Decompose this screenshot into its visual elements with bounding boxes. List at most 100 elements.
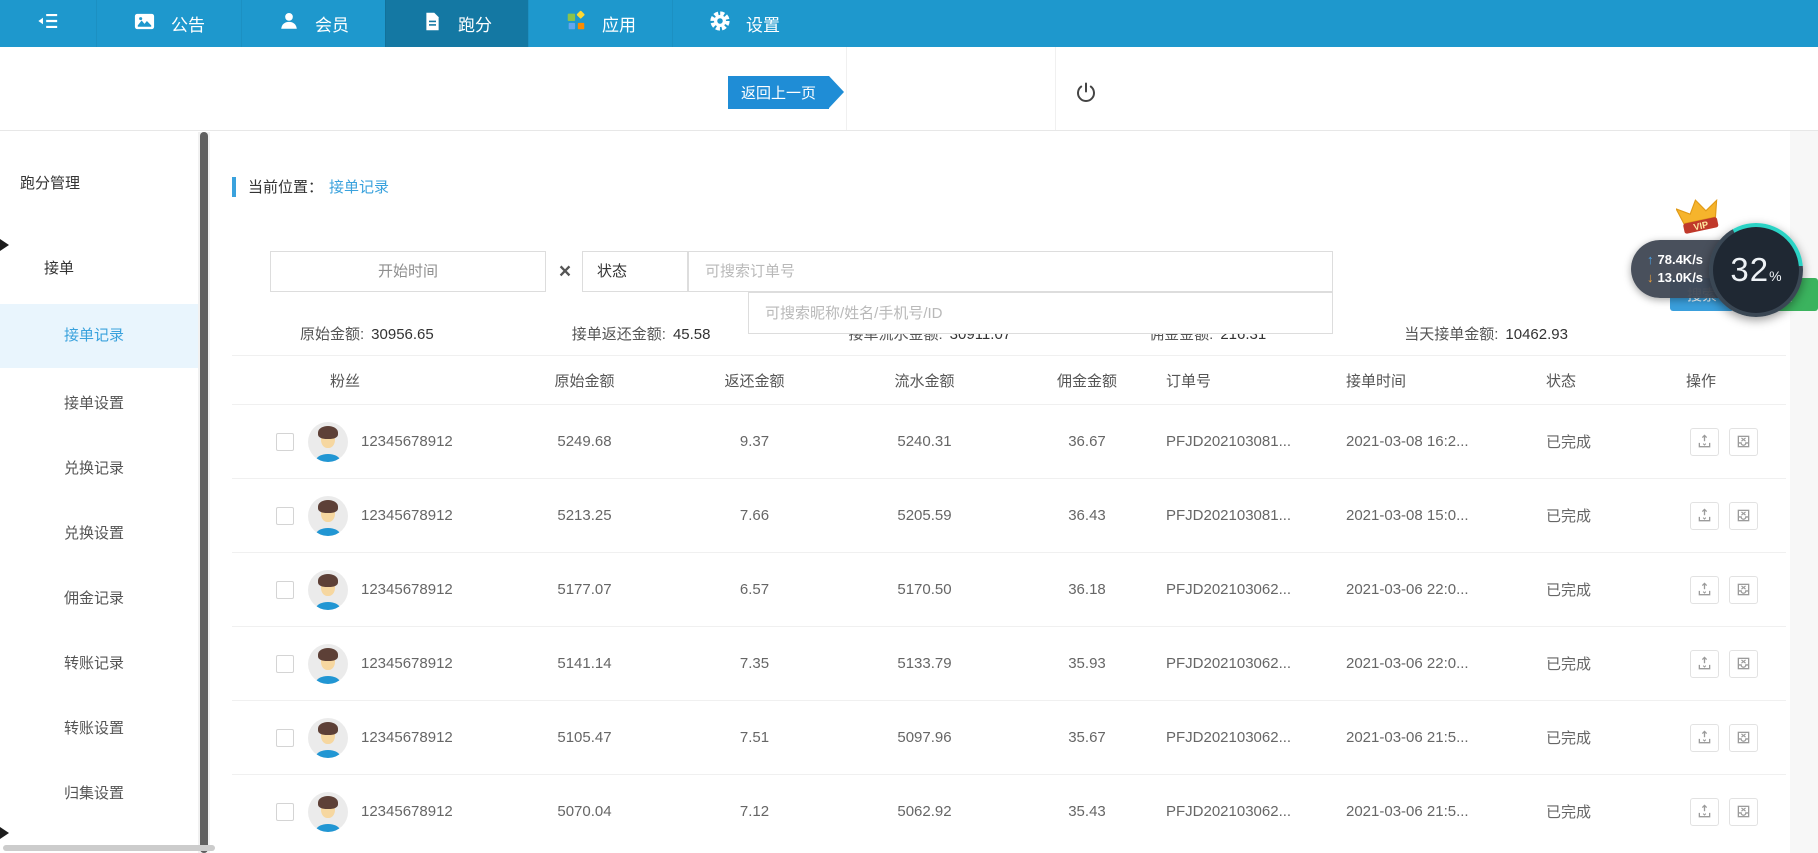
stat-refund-total: 接单返还金额: 45.58 (571, 326, 711, 343)
member-icon (278, 10, 300, 37)
horizontal-scrollbar-thumb[interactable] (3, 845, 215, 851)
sidebar-item-zhuanzhang-shezhi[interactable]: 转账设置 (0, 707, 198, 751)
breadcrumb-current-link[interactable]: 接单记录 (329, 176, 389, 197)
original-amount: 5213.25 (497, 478, 672, 553)
flow-amount: 5097.96 (837, 700, 1012, 775)
edge-marker-icon (0, 239, 9, 251)
nav-item-settings[interactable]: 设置 (672, 0, 816, 47)
sidebar-item-guiji-shezhi[interactable]: 归集设置 (0, 772, 198, 816)
nav-item-apps[interactable]: 应用 (528, 0, 672, 47)
table-row: 12345678912 5213.25 7.66 5205.59 36.43 P… (232, 478, 1786, 553)
fan-phone: 12345678912 (361, 507, 453, 524)
status-select[interactable]: 状态 (582, 251, 688, 292)
vip-label: VIP (1693, 219, 1710, 232)
order-number: PFJD202103081... (1162, 404, 1342, 479)
clear-date-button[interactable]: × (548, 251, 582, 292)
order-number: PFJD202103081... (1162, 478, 1342, 553)
action-cancel-order-button[interactable] (1729, 575, 1759, 604)
toolbar-divider (1055, 47, 1056, 130)
action-cancel-order-button[interactable] (1729, 501, 1759, 530)
sidebar-item-jiedan-jilu[interactable]: 接单记录 (0, 304, 198, 368)
action-export-order-button[interactable] (1690, 649, 1719, 678)
order-time: 2021-03-08 15:0... (1342, 478, 1542, 553)
sidebar-collapse-button[interactable] (0, 0, 96, 47)
commission-amount: 36.67 (1012, 404, 1162, 479)
nav-item-member[interactable]: 会员 (241, 0, 385, 47)
announcement-icon (133, 10, 156, 38)
order-time: 2021-03-08 16:2... (1342, 404, 1542, 479)
vip-crown-icon: VIP (1674, 196, 1722, 238)
fan-phone: 12345678912 (361, 655, 453, 672)
action-cancel-order-button[interactable] (1729, 427, 1759, 456)
table-row: 12345678912 5141.14 7.35 5133.79 35.93 P… (232, 626, 1786, 701)
table-row: 12345678912 5070.04 7.12 5062.92 35.43 P… (232, 774, 1786, 849)
user-search-input[interactable] (748, 292, 1333, 334)
order-search-input[interactable] (688, 251, 1333, 292)
header-order-no: 订单号 (1162, 355, 1342, 405)
action-export-order-button[interactable] (1690, 575, 1719, 604)
order-number: PFJD202103062... (1162, 774, 1342, 849)
order-time: 2021-03-06 21:5... (1342, 774, 1542, 849)
action-cancel-order-button[interactable] (1729, 649, 1759, 678)
stat-original-total: 原始金额: 30956.65 (300, 326, 434, 343)
nav-item-label: 应用 (602, 16, 636, 35)
sidebar-item-duihuan-jilu[interactable]: 兑换记录 (0, 447, 198, 491)
fan-phone: 12345678912 (361, 433, 453, 450)
sidebar-item-jiedan-shezhi[interactable]: 接单设置 (0, 382, 198, 426)
toolbar-divider (846, 47, 847, 130)
percent-sign: % (1769, 268, 1782, 284)
action-cancel-order-button[interactable] (1729, 797, 1759, 826)
down-arrow-icon: ↓ (1647, 269, 1654, 285)
action-export-order-button[interactable] (1690, 501, 1719, 530)
logout-power-button[interactable] (1072, 80, 1100, 108)
original-amount: 5249.68 (497, 404, 672, 479)
nav-item-label: 跑分 (458, 16, 492, 35)
avatar (308, 717, 348, 758)
back-button[interactable]: 返回上一页 (728, 76, 845, 109)
sidebar-item-yongjin-jilu[interactable]: 佣金记录 (0, 577, 198, 621)
gear-icon (709, 10, 731, 37)
top-nav: 公告 会员 跑分 应用 设置 (0, 0, 1818, 47)
header-original: 原始金额 (497, 355, 672, 405)
action-export-order-button[interactable] (1690, 427, 1719, 456)
sidebar-group-jiedan[interactable]: 接单 (44, 257, 74, 278)
status-text: 已完成 (1542, 404, 1682, 479)
breadcrumb-label: 当前位置： (248, 179, 324, 196)
action-cancel-order-button[interactable] (1729, 723, 1759, 752)
sidebar-item-zhuanzhang-jilu[interactable]: 转账记录 (0, 642, 198, 686)
avatar (308, 421, 348, 462)
avatar (308, 569, 348, 610)
start-time-input[interactable] (270, 251, 546, 292)
nav-item-label: 公告 (171, 16, 205, 35)
order-number: PFJD202103062... (1162, 700, 1342, 775)
header-refund: 返还金额 (672, 355, 837, 405)
percent-value: 32 (1730, 251, 1770, 288)
sidebar-section-title: 跑分管理 (20, 175, 81, 192)
sidebar-scrollbar-thumb[interactable] (200, 132, 208, 853)
commission-amount: 35.43 (1012, 774, 1162, 849)
refund-amount: 7.12 (672, 774, 837, 849)
flow-amount: 5062.92 (837, 774, 1012, 849)
header-commission: 佣金金额 (1012, 355, 1162, 405)
nav-item-label: 会员 (315, 16, 349, 35)
document-icon (422, 11, 443, 37)
status-text: 已完成 (1542, 774, 1682, 849)
action-export-order-button[interactable] (1690, 797, 1719, 826)
nav-item-paofen[interactable]: 跑分 (385, 0, 528, 47)
original-amount: 5105.47 (497, 700, 672, 775)
header-fan: 粉丝 (292, 355, 497, 405)
avatar (308, 495, 348, 536)
action-export-order-button[interactable] (1690, 723, 1719, 752)
nav-item-announcement[interactable]: 公告 (96, 0, 241, 47)
refund-amount: 7.51 (672, 700, 837, 775)
sidebar-scrollbar-track[interactable] (198, 132, 210, 853)
orders-table: 粉丝 原始金额 返还金额 流水金额 佣金金额 订单号 接单时间 状态 操作 12… (232, 355, 1786, 849)
status-text: 已完成 (1542, 700, 1682, 775)
sidebar-item-duihuan-shezhi[interactable]: 兑换设置 (0, 512, 198, 556)
flow-amount: 5240.31 (837, 404, 1012, 479)
order-time: 2021-03-06 22:0... (1342, 626, 1542, 701)
memory-percent-overlay[interactable]: 32 % (1709, 223, 1803, 317)
commission-amount: 36.18 (1012, 552, 1162, 627)
original-amount: 5141.14 (497, 626, 672, 701)
table-row: 12345678912 5249.68 9.37 5240.31 36.67 P… (232, 404, 1786, 479)
